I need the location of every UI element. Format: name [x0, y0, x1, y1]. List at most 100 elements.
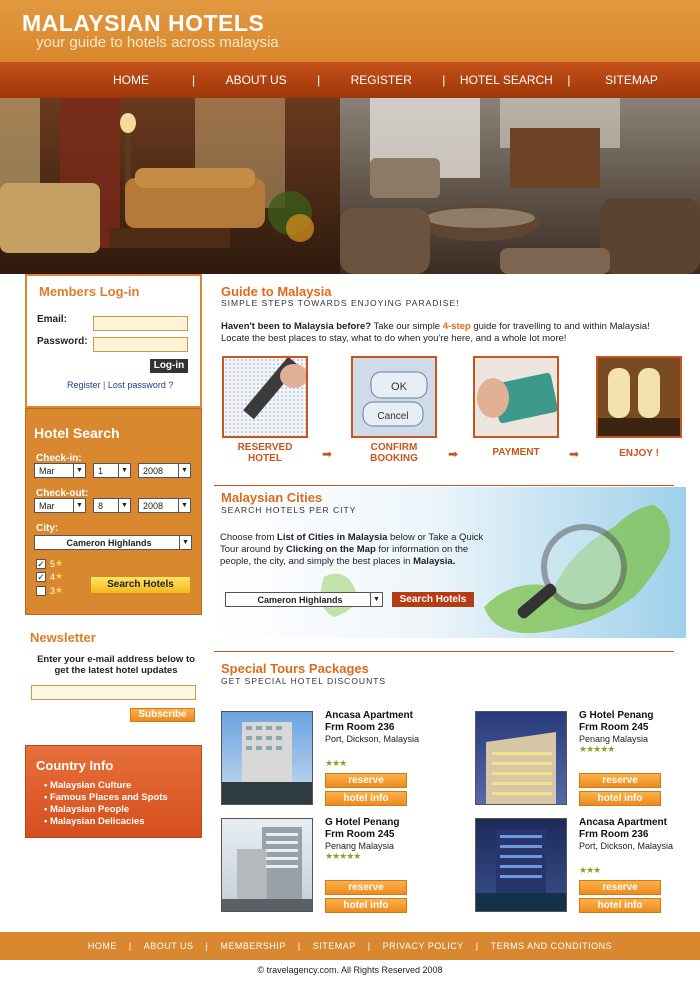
cities-search-hotels-button[interactable]: Search Hotels [392, 592, 474, 607]
newsletter-email-input[interactable] [31, 685, 196, 700]
login-links: Register | Lost password ? [67, 380, 173, 390]
nav-register[interactable]: REGISTER [320, 73, 442, 87]
chevron-down-icon: ▼ [73, 499, 85, 512]
cities-title: Malaysian Cities [221, 490, 323, 505]
country-info-item[interactable]: • Malaysian Culture [44, 780, 168, 792]
checkbox-empty-icon[interactable] [36, 585, 46, 596]
hotel-room: Frm Room 245 [579, 722, 649, 733]
checkout-year-value: 2008 [143, 500, 164, 511]
tours-title: Special Tours Packages [221, 661, 369, 676]
password-label: Password: [37, 336, 88, 347]
checkin-year-value: 2008 [143, 465, 164, 476]
register-link[interactable]: Register [67, 380, 101, 390]
reserve-button[interactable]: reserve [325, 880, 407, 895]
hotel-name[interactable]: G Hotel Penang [579, 710, 653, 722]
footer-nav: HOME | ABOUT US | MEMBERSHIP | SITEMAP |… [0, 932, 700, 960]
star-icon: ★ [55, 558, 64, 568]
hotel-room: Frm Room 236 [579, 829, 649, 840]
login-button[interactable]: Log-in [150, 359, 188, 373]
footer-link-privacy-policy[interactable]: PRIVACY POLICY [383, 941, 464, 951]
nav-sitemap[interactable]: SITEMAP [571, 73, 693, 87]
reserve-button[interactable]: reserve [579, 880, 661, 895]
divider [214, 651, 674, 652]
step-enjoy-label: ENJOY ! [619, 448, 659, 459]
email-label: Email: [37, 314, 68, 325]
checkin-month-select[interactable]: Mar ▼ [34, 463, 86, 478]
tours-subtitle: GET SPECIAL HOTEL DISCOUNTS [221, 676, 387, 686]
hotel-image[interactable] [221, 818, 313, 912]
hotel-info-button[interactable]: hotel info [325, 791, 407, 806]
country-info-item[interactable]: • Malaysian People [44, 804, 168, 816]
hotel-name[interactable]: Ancasa Apartment [579, 817, 667, 829]
hotel-info-button[interactable]: hotel info [325, 898, 407, 913]
nav-about-us[interactable]: ABOUT US [195, 73, 317, 87]
checkbox-checked-icon[interactable]: ✓ [36, 571, 46, 582]
hotel-info-button[interactable]: hotel info [579, 898, 661, 913]
guide-intro-highlight: 4-step [442, 321, 471, 332]
cities-description: Choose from List of Cities in Malaysia b… [220, 532, 484, 567]
newsletter-title: Newsletter [30, 630, 96, 645]
checkout-year-select[interactable]: 2008 ▼ [138, 498, 191, 513]
checkin-month-value: Mar [39, 465, 55, 476]
hotel-location: Port, Dickson, Malaysia [579, 841, 674, 851]
country-info-item[interactable]: • Malaysian Delicacies [44, 816, 168, 828]
city-value: Cameron Highlands [66, 537, 152, 548]
star-filter-5[interactable]: ✓ 5 ★ [36, 558, 63, 569]
guide-intro: Haven't been to Malaysia before? Take ou… [221, 321, 676, 345]
city-label: City: [36, 523, 59, 534]
footer-link-sitemap[interactable]: SITEMAP [313, 941, 356, 951]
hotel-image[interactable] [221, 711, 313, 805]
country-info-title: Country Info [36, 758, 114, 773]
guide-intro-pre: Take our simple [371, 321, 443, 332]
password-field[interactable] [93, 337, 188, 352]
cities-city-select[interactable]: Cameron Highlands ▼ [225, 592, 383, 607]
star-filter-4[interactable]: ✓ 4 ★ [36, 571, 63, 582]
hotel-image[interactable] [475, 818, 567, 912]
search-hotels-button[interactable]: Search Hotels [90, 576, 191, 594]
lost-password-link[interactable]: Lost password ? [108, 380, 174, 390]
cancel-key-label: Cancel [377, 411, 408, 422]
step-payment-label: PAYMENT [492, 447, 540, 458]
star-icon: ★ [55, 585, 64, 595]
checkout-month-select[interactable]: Mar ▼ [34, 498, 86, 513]
subscribe-button[interactable]: Subscribe [130, 708, 195, 722]
footer-link-home[interactable]: HOME [88, 941, 117, 951]
nav-home[interactable]: HOME [70, 73, 192, 87]
step-confirm-booking-image: OK Cancel [351, 356, 437, 438]
hotel-room: Frm Room 236 [325, 722, 395, 733]
site-logo-title[interactable]: MALAYSIAN HOTELS [22, 10, 264, 37]
footer-separator: | [475, 941, 479, 951]
copyright-text: © travelagency.com. All Rights Reserved … [257, 965, 443, 975]
checkin-year-select[interactable]: 2008 ▼ [138, 463, 191, 478]
chevron-down-icon: ▼ [178, 464, 190, 477]
hotel-image[interactable] [475, 711, 567, 805]
chevron-down-icon: ▼ [118, 499, 130, 512]
hotel-info-button[interactable]: hotel info [579, 791, 661, 806]
city-select[interactable]: Cameron Highlands ▼ [34, 535, 192, 550]
hotel-star-rating: ★★★★★ [325, 851, 361, 861]
checkbox-checked-icon[interactable]: ✓ [36, 558, 46, 569]
footer-link-about-us[interactable]: ABOUT US [144, 941, 194, 951]
chevron-down-icon: ▼ [370, 593, 382, 606]
hotel-location: Port, Dickson, Malaysia [325, 734, 420, 744]
hero-banner-image [0, 98, 700, 274]
checkout-day-select[interactable]: 8 ▼ [93, 498, 131, 513]
email-field[interactable] [93, 316, 188, 331]
newsletter-panel: Newsletter Enter your e-mail address bel… [25, 626, 202, 730]
country-info-item[interactable]: • Famous Places and Spots [44, 792, 168, 804]
reserve-button[interactable]: reserve [325, 773, 407, 788]
star-filter-3[interactable]: 3 ★ [36, 585, 63, 596]
hotel-name[interactable]: G Hotel Penang [325, 817, 399, 829]
footer-separator: | [297, 941, 301, 951]
footer-link-terms[interactable]: TERMS AND CONDITIONS [491, 941, 613, 951]
checkin-day-select[interactable]: 1 ▼ [93, 463, 131, 478]
country-info-list: • Malaysian Culture • Famous Places and … [44, 780, 168, 828]
nav-hotel-search[interactable]: HOTEL SEARCH [445, 73, 567, 87]
reserve-button[interactable]: reserve [579, 773, 661, 788]
hotel-name[interactable]: Ancasa Apartment [325, 710, 413, 722]
country-info-panel: Country Info • Malaysian Culture • Famou… [25, 745, 202, 838]
main-nav: HOME | ABOUT US | REGISTER | HOTEL SEARC… [0, 62, 700, 98]
footer-link-membership[interactable]: MEMBERSHIP [220, 941, 286, 951]
link-separator: | [103, 380, 106, 390]
step-reserved-hotel-image [222, 356, 308, 438]
